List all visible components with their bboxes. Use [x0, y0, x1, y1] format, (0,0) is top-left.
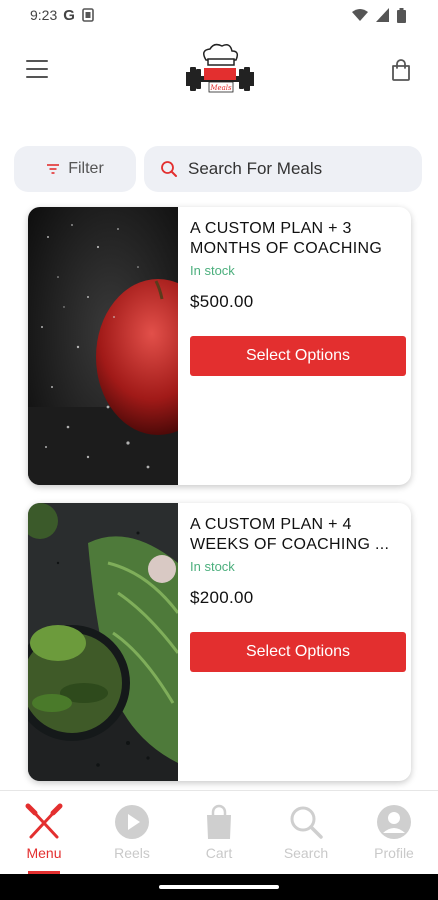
profile-icon [377, 805, 411, 839]
app-header: Meals [0, 36, 438, 108]
select-options-button[interactable]: Select Options [190, 632, 406, 672]
filter-icon [47, 164, 60, 174]
status-right [352, 7, 406, 23]
product-details: A CUSTOM PLAN + 3 MONTHS OF COACHING In … [190, 219, 406, 376]
product-title: A CUSTOM PLAN + 3 MONTHS OF COACHING [190, 220, 383, 257]
product-title: A CUSTOM PLAN + 4 WEEKS OF COACHING ... [190, 516, 390, 553]
search-row: Filter [14, 146, 424, 192]
filter-label: Filter [68, 160, 104, 177]
filter-button[interactable]: Filter [14, 146, 136, 192]
product-price: $200.00 [190, 588, 254, 607]
product-details: A CUSTOM PLAN + 4 WEEKS OF COACHING ... … [190, 515, 406, 672]
nav-label: Reels [114, 845, 150, 861]
nav-item-reels[interactable]: Reels [97, 803, 167, 863]
shopping-bag-icon[interactable] [389, 58, 413, 82]
stock-status: In stock [190, 263, 235, 278]
logo-text: Meals [209, 84, 232, 92]
wifi-icon [352, 9, 368, 21]
status-left: 9:23 G [30, 7, 95, 24]
nav-item-search[interactable]: Search [271, 803, 341, 863]
product-image-apple [28, 207, 178, 485]
product-price: $500.00 [190, 292, 254, 311]
nav-item-cart[interactable]: Cart [184, 803, 254, 863]
search-icon [290, 806, 323, 839]
play-icon [115, 805, 149, 839]
search-box [144, 146, 422, 192]
bag-icon [207, 804, 231, 839]
menu-icon[interactable] [26, 60, 48, 78]
select-options-button[interactable]: Select Options [190, 336, 406, 376]
status-bar: 9:23 G [0, 0, 438, 30]
logo: Meals [186, 43, 254, 93]
gesture-bar [0, 874, 438, 900]
signal-icon [376, 8, 389, 22]
product-card[interactable]: A CUSTOM PLAN + 3 MONTHS OF COACHING In … [28, 207, 411, 485]
battery-icon [397, 7, 406, 23]
nav-label: Menu [26, 845, 62, 861]
product-card[interactable]: A CUSTOM PLAN + 4 WEEKS OF COACHING ... … [28, 503, 411, 781]
nav-item-profile[interactable]: Profile [359, 803, 429, 863]
nav-item-menu[interactable]: Menu [9, 803, 79, 863]
google-icon: G [63, 6, 75, 24]
status-time: 9:23 [30, 7, 58, 23]
stock-status: In stock [190, 559, 235, 574]
product-image-greens [28, 503, 178, 781]
search-icon [161, 161, 177, 177]
home-indicator[interactable] [159, 885, 279, 889]
nav-label: Cart [205, 845, 233, 861]
bottom-nav: Menu Reels Cart Search Profile [0, 790, 438, 875]
search-input[interactable] [188, 159, 408, 179]
cutlery-icon [25, 803, 63, 839]
nav-label: Search [283, 845, 329, 861]
screenshot-icon [82, 8, 94, 22]
nav-label: Profile [374, 845, 414, 861]
